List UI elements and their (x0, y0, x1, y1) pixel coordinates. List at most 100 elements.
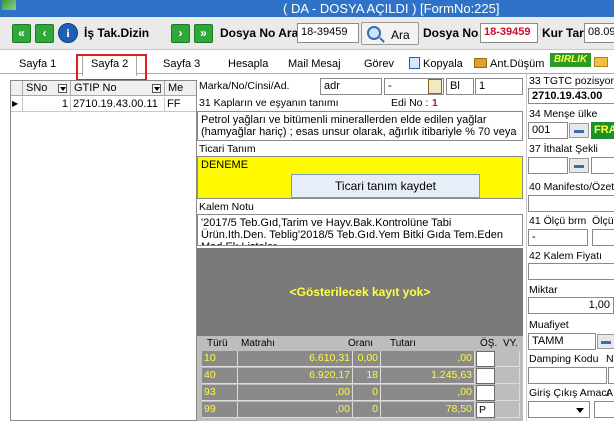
tax-row-os-cell[interactable] (476, 351, 495, 367)
ticari-save-button[interactable]: Ticari tanım kaydet (291, 174, 480, 198)
tax-row-turu[interactable]: 10 (202, 351, 238, 367)
miktar-input[interactable]: 1,00 (528, 297, 614, 314)
nav-prev-button[interactable]: ‹ (35, 24, 54, 43)
dosya-no-ara-input[interactable]: 18-39459 (297, 23, 359, 43)
kap-unit-input[interactable]: Bl (446, 78, 474, 95)
manifesto-input[interactable] (528, 195, 614, 212)
tax-row-os-cell[interactable] (476, 368, 495, 384)
tax-row-orani[interactable]: 0,00 (353, 351, 381, 367)
ara-button[interactable]: Ara (361, 22, 419, 45)
tax-row-tutari[interactable]: 1.245,63 (381, 368, 475, 384)
ithalat-sekli-input[interactable] (528, 157, 568, 174)
tax-row-orani[interactable]: 0 (353, 385, 381, 401)
dropdown-icon (574, 165, 584, 168)
col-sno-header[interactable]: SNo (23, 81, 71, 96)
folder-icon (594, 57, 608, 67)
col-gtip-header[interactable]: GTIP No (71, 81, 165, 96)
search-icon (367, 26, 381, 40)
box-icon (474, 58, 487, 68)
kur-tar-label: Kur Tar (542, 26, 584, 40)
table-row-gtip[interactable]: 2710.19.43.00.11 (71, 97, 165, 112)
tax-row-matrahi[interactable]: ,00 (238, 385, 353, 401)
tab-kopyala-label: Kopyala (423, 58, 463, 70)
ithalat-sekli-dropdown[interactable] (569, 158, 589, 173)
tax-row-turu[interactable]: 40 (202, 368, 238, 384)
dropdown-icon (601, 341, 611, 344)
tab-hesapla[interactable]: Hesapla (225, 56, 271, 74)
tax-row-orani[interactable]: 0 (353, 402, 381, 418)
title-bar: ( DA - DOSYA AÇILDI ) [FormNo:225] (0, 0, 614, 17)
damping-input[interactable] (528, 367, 607, 384)
tab-sayfa-1[interactable]: Sayfa 1 (16, 56, 59, 74)
damping2-input[interactable] (608, 367, 614, 384)
table-row-sno[interactable]: 1 (23, 97, 71, 112)
ara-button-label: Ara (391, 28, 410, 42)
giris-cikis-select[interactable] (528, 401, 590, 418)
tax-row-turu[interactable]: 99 (202, 402, 238, 418)
esya-tanimi-textarea[interactable]: Petrol yağları ve bitümenli minerallerde… (197, 111, 523, 141)
panel-divider (526, 74, 527, 421)
mense-dropdown[interactable] (569, 123, 589, 138)
olcu2-input[interactable] (592, 229, 614, 246)
giris-cikis2-input[interactable] (594, 401, 614, 418)
tax-col-turu: Türü (207, 338, 228, 349)
tax-row-os-cell[interactable]: P (476, 402, 495, 418)
mense-input[interactable]: 001 (528, 122, 568, 139)
kap-count-input[interactable]: 1 (475, 78, 523, 95)
tab-highlight-annotation (76, 54, 147, 81)
empty-records-panel: <Gösterilecek kayıt yok> (197, 248, 523, 336)
col-gtip-label: GTIP No (74, 82, 117, 94)
kalem-fiyati-input[interactable] (528, 263, 614, 280)
folder-button[interactable] (591, 55, 613, 73)
ticari-label: Ticari Tanım (199, 143, 256, 155)
gtip-grid: SNo GTIP No Me ▶ 1 2710.19.43.00.11 FF (10, 80, 197, 421)
tab-sayfa-3[interactable]: Sayfa 3 (160, 56, 203, 74)
info-icon[interactable]: i (58, 23, 78, 43)
nav-last-button[interactable]: » (194, 24, 213, 43)
kalem-notu-textarea[interactable]: '2017/5 Teb.Gıd,Tarim ve Hayv.Bak.Kontro… (197, 214, 523, 246)
tab-kopyala[interactable]: Kopyala (406, 56, 466, 74)
tab-ant-dusum[interactable]: Ant.Düşüm (471, 56, 547, 74)
tax-row-tutari[interactable]: 78,50 (381, 402, 475, 418)
muafiyet-dropdown[interactable] (597, 334, 614, 349)
tax-col-tutari: Tutarı (390, 338, 416, 349)
tab-gorev[interactable]: Görev (361, 56, 397, 74)
tax-row-tutari[interactable]: ,00 (381, 385, 475, 401)
nav-next-button[interactable]: › (171, 24, 190, 43)
tax-row-matrahi[interactable]: ,00 (238, 402, 353, 418)
tax-row-vy-cell[interactable] (496, 385, 520, 401)
col-me-header[interactable]: Me (165, 81, 196, 96)
tgtc-input[interactable]: 2710.19.43.00 (528, 88, 614, 104)
tax-row-orani[interactable]: 18 (353, 368, 381, 384)
miktar-label: Miktar (529, 284, 558, 296)
nav-first-button[interactable]: « (12, 24, 31, 43)
tax-row-vy-cell[interactable] (496, 351, 520, 367)
muafiyet-input[interactable]: TAMM (528, 333, 596, 350)
tax-row-matrahi[interactable]: 6.920,17 (238, 368, 353, 384)
marka-input[interactable]: adr (320, 78, 382, 95)
tax-row-os-cell[interactable] (476, 385, 495, 401)
tax-col-matrahi: Matrahı (241, 338, 275, 349)
chevron-down-icon[interactable] (152, 84, 161, 93)
edit-icon[interactable] (428, 79, 442, 94)
tab-mail-mesaj[interactable]: Mail Mesaj (285, 56, 344, 74)
dropdown-icon (574, 130, 584, 133)
damping-label: Damping Kodu (529, 353, 599, 365)
tax-row-vy-cell[interactable] (496, 368, 520, 384)
window-title: ( DA - DOSYA AÇILDI ) [FormNo:225] (283, 1, 500, 16)
table-row-me[interactable]: FF (165, 97, 196, 112)
birlik-badge[interactable]: BIRLIK (550, 53, 591, 67)
dosya-no-ara-label: Dosya No Ara (220, 26, 299, 40)
olcu-input[interactable]: - (528, 229, 588, 246)
row-indicator-header (11, 81, 23, 96)
giris-cikis-label: Giriş Çıkış Amacı (529, 387, 610, 399)
tax-row-matrahi[interactable]: 6.610,31 (238, 351, 353, 367)
tax-row-tutari[interactable]: ,00 (381, 351, 475, 367)
chevron-down-icon[interactable] (58, 84, 67, 93)
kur-tar-input[interactable]: 08.09 (584, 23, 614, 43)
kalem-notu-label: Kalem Notu (199, 201, 254, 213)
damping2-label: N (606, 353, 614, 365)
tax-row-turu[interactable]: 93 (202, 385, 238, 401)
edino-label: Edi No : (391, 97, 429, 109)
tax-row-vy-cell[interactable] (496, 402, 520, 418)
